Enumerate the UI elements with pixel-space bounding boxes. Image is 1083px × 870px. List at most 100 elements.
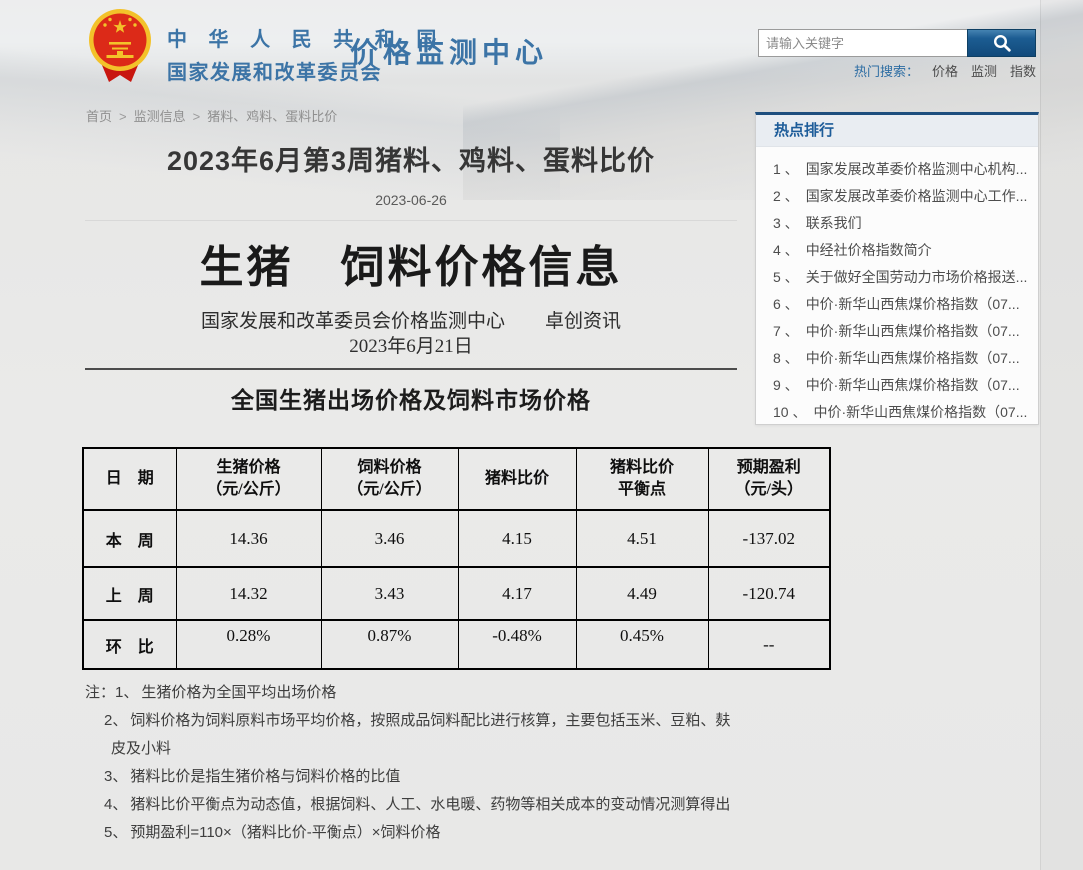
note-number: 5、 xyxy=(104,824,127,841)
hot-ranking-item[interactable]: 4 、中经社价格指数简介 xyxy=(773,237,1028,264)
rank-number: 3 、 xyxy=(773,215,799,231)
note-item: 5、预期盈利=110×（猪料比价-平衡点）×饲料价格 xyxy=(104,819,740,847)
table-cell: -- xyxy=(708,620,830,669)
table-cell: 0.45% xyxy=(576,620,708,669)
rank-number: 10 、 xyxy=(773,404,806,420)
section-title: 全国生猪出场价格及饲料市场价格 xyxy=(85,385,737,415)
breadcrumb-separator: > xyxy=(119,109,127,124)
notes: 注：1、生猪价格为全国平均出场价格2、饲料价格为饲料原料市场平均价格，按照成品饲… xyxy=(85,679,740,847)
publish-date: 2023-06-26 xyxy=(85,191,737,209)
site-name: 价格监测中心 xyxy=(350,31,548,71)
note-text: 生猪价格为全国平均出场价格 xyxy=(141,684,336,701)
divider-light xyxy=(85,220,737,221)
hot-ranking-list: 1 、国家发展改革委价格监测中心机构...2 、国家发展改革委价格监测中心工作.… xyxy=(756,147,1038,426)
article: 2023年6月第3周猪料、鸡料、蛋料比价 2023-06-26 生猪 饲料价格信… xyxy=(85,137,737,847)
hot-keyword-link[interactable]: 指数 xyxy=(1010,64,1036,79)
breadcrumb-link[interactable]: 首页 xyxy=(86,109,112,124)
hot-keyword-link[interactable]: 价格 xyxy=(932,64,958,79)
search-button[interactable] xyxy=(967,29,1036,57)
table-cell: 0.28% xyxy=(176,620,321,669)
divider-dark xyxy=(85,368,737,370)
rank-number: 1 、 xyxy=(773,161,799,177)
hot-ranking-item[interactable]: 10 、中价·新华山西焦煤价格指数（07... xyxy=(773,399,1028,426)
hot-ranking-item-title: 中经社价格指数简介 xyxy=(806,242,932,258)
site-brand-home-link[interactable]: 中 华 人 民 共 和 国 国家发展和改革委员会 价格监测中心 xyxy=(0,0,640,96)
hot-ranking-item-title: 中价·新华山西焦煤价格指数（07... xyxy=(806,350,1020,366)
byline-source: 卓创资讯 xyxy=(545,311,621,332)
table-cell: 14.32 xyxy=(176,567,321,620)
rank-number: 9 、 xyxy=(773,377,799,393)
hot-ranking-item-title: 联系我们 xyxy=(806,215,862,231)
table-cell: 3.43 xyxy=(321,567,458,620)
table-row: 本 周14.363.464.154.51-137.02 xyxy=(83,510,830,567)
rank-number: 4 、 xyxy=(773,242,799,258)
rank-number: 7 、 xyxy=(773,323,799,339)
byline-org: 国家发展和改革委员会价格监测中心 xyxy=(201,311,505,332)
page-title: 2023年6月第3周猪料、鸡料、蛋料比价 xyxy=(85,143,737,179)
rank-number: 6 、 xyxy=(773,296,799,312)
search-icon xyxy=(992,33,1012,53)
hot-ranking-item-title: 关于做好全国劳动力市场价格报送... xyxy=(806,269,1028,285)
table-cell: 4.51 xyxy=(576,510,708,567)
rank-number: 2 、 xyxy=(773,188,799,204)
document-title: 生猪 饲料价格信息 xyxy=(85,241,737,295)
row-label: 环 比 xyxy=(83,620,176,669)
table-header-cell: 预期盈利（元/头） xyxy=(708,448,830,510)
table-cell: -137.02 xyxy=(708,510,830,567)
hot-ranking-item[interactable]: 2 、国家发展改革委价格监测中心工作... xyxy=(773,183,1028,210)
note-number: 1、 xyxy=(115,684,138,701)
row-label: 本 周 xyxy=(83,510,176,567)
background-right-strip xyxy=(1040,0,1083,870)
hot-keyword-link[interactable]: 监测 xyxy=(971,64,997,79)
note-number: 3、 xyxy=(104,768,127,785)
table-cell: 4.17 xyxy=(458,567,576,620)
table-header-cell: 日 期 xyxy=(83,448,176,510)
rank-number: 5 、 xyxy=(773,269,799,285)
search-bar xyxy=(758,29,1036,57)
note-text: 猪料比价平衡点为动态值，根据饲料、人工、水电暖、药物等相关成本的变动情况测算得出 xyxy=(130,796,730,813)
hot-ranking-title: 热点排行 xyxy=(756,115,1038,147)
rank-number: 8 、 xyxy=(773,350,799,366)
search-input[interactable] xyxy=(758,29,967,57)
table-header-cell: 饲料价格（元/公斤） xyxy=(321,448,458,510)
note-item: 2、饲料价格为饲料原料市场平均价格，按照成品饲料配比进行核算，主要包括玉米、豆粕… xyxy=(104,707,740,763)
hot-ranking-item[interactable]: 1 、国家发展改革委价格监测中心机构... xyxy=(773,156,1028,183)
table-cell: 4.15 xyxy=(458,510,576,567)
byline: 国家发展和改革委员会价格监测中心 卓创资讯 xyxy=(85,311,737,333)
breadcrumb-link[interactable]: 监测信息 xyxy=(134,109,186,124)
row-label: 上 周 xyxy=(83,567,176,620)
note-text: 猪料比价是指生猪价格与饲料价格的比值 xyxy=(130,768,400,785)
table-cell: -120.74 xyxy=(708,567,830,620)
table-cell: 3.46 xyxy=(321,510,458,567)
hot-ranking-item[interactable]: 7 、中价·新华山西焦煤价格指数（07... xyxy=(773,318,1028,345)
table-header-row: 日 期生猪价格（元/公斤）饲料价格（元/公斤）猪料比价猪料比价平衡点预期盈利（元… xyxy=(83,448,830,510)
note-number: 2、 xyxy=(104,712,127,729)
hot-ranking-item-title: 国家发展改革委价格监测中心工作... xyxy=(806,188,1028,204)
table-cell: 0.87% xyxy=(321,620,458,669)
notes-prefix: 注： xyxy=(85,684,115,701)
breadcrumb-current: 猪料、鸡料、蛋料比价 xyxy=(207,109,337,124)
price-table: 日 期生猪价格（元/公斤）饲料价格（元/公斤）猪料比价猪料比价平衡点预期盈利（元… xyxy=(82,447,831,670)
hot-ranking-item-title: 国家发展改革委价格监测中心机构... xyxy=(806,161,1028,177)
table-header-cell: 猪料比价 xyxy=(458,448,576,510)
hot-ranking-item-title: 中价·新华山西焦煤价格指数（07... xyxy=(813,404,1027,420)
breadcrumb: 首页 > 监测信息 > 猪料、鸡料、蛋料比价 xyxy=(86,106,337,125)
hot-ranking-panel: 热点排行 1 、国家发展改革委价格监测中心机构...2 、国家发展改革委价格监测… xyxy=(755,112,1039,425)
hot-ranking-item[interactable]: 8 、中价·新华山西焦煤价格指数（07... xyxy=(773,345,1028,372)
hot-ranking-item[interactable]: 3 、联系我们 xyxy=(773,210,1028,237)
table-row: 环 比0.28%0.87%-0.48%0.45%-- xyxy=(83,620,830,669)
table-header-cell: 猪料比价平衡点 xyxy=(576,448,708,510)
hot-ranking-item[interactable]: 6 、中价·新华山西焦煤价格指数（07... xyxy=(773,291,1028,318)
note-item: 注：1、生猪价格为全国平均出场价格 xyxy=(85,679,740,707)
hot-ranking-item[interactable]: 9 、中价·新华山西焦煤价格指数（07... xyxy=(773,372,1028,399)
table-row: 上 周14.323.434.174.49-120.74 xyxy=(83,567,830,620)
document-date: 2023年6月21日 xyxy=(85,336,737,358)
note-item: 4、猪料比价平衡点为动态值，根据饲料、人工、水电暖、药物等相关成本的变动情况测算… xyxy=(104,791,740,819)
hot-ranking-item[interactable]: 5 、关于做好全国劳动力市场价格报送... xyxy=(773,264,1028,291)
table-cell: -0.48% xyxy=(458,620,576,669)
breadcrumb-separator: > xyxy=(193,109,201,124)
table-header-cell: 生猪价格（元/公斤） xyxy=(176,448,321,510)
hot-search-label: 热门搜索： xyxy=(854,64,919,79)
national-emblem-logo xyxy=(87,6,153,84)
hot-ranking-item-title: 中价·新华山西焦煤价格指数（07... xyxy=(806,323,1020,339)
